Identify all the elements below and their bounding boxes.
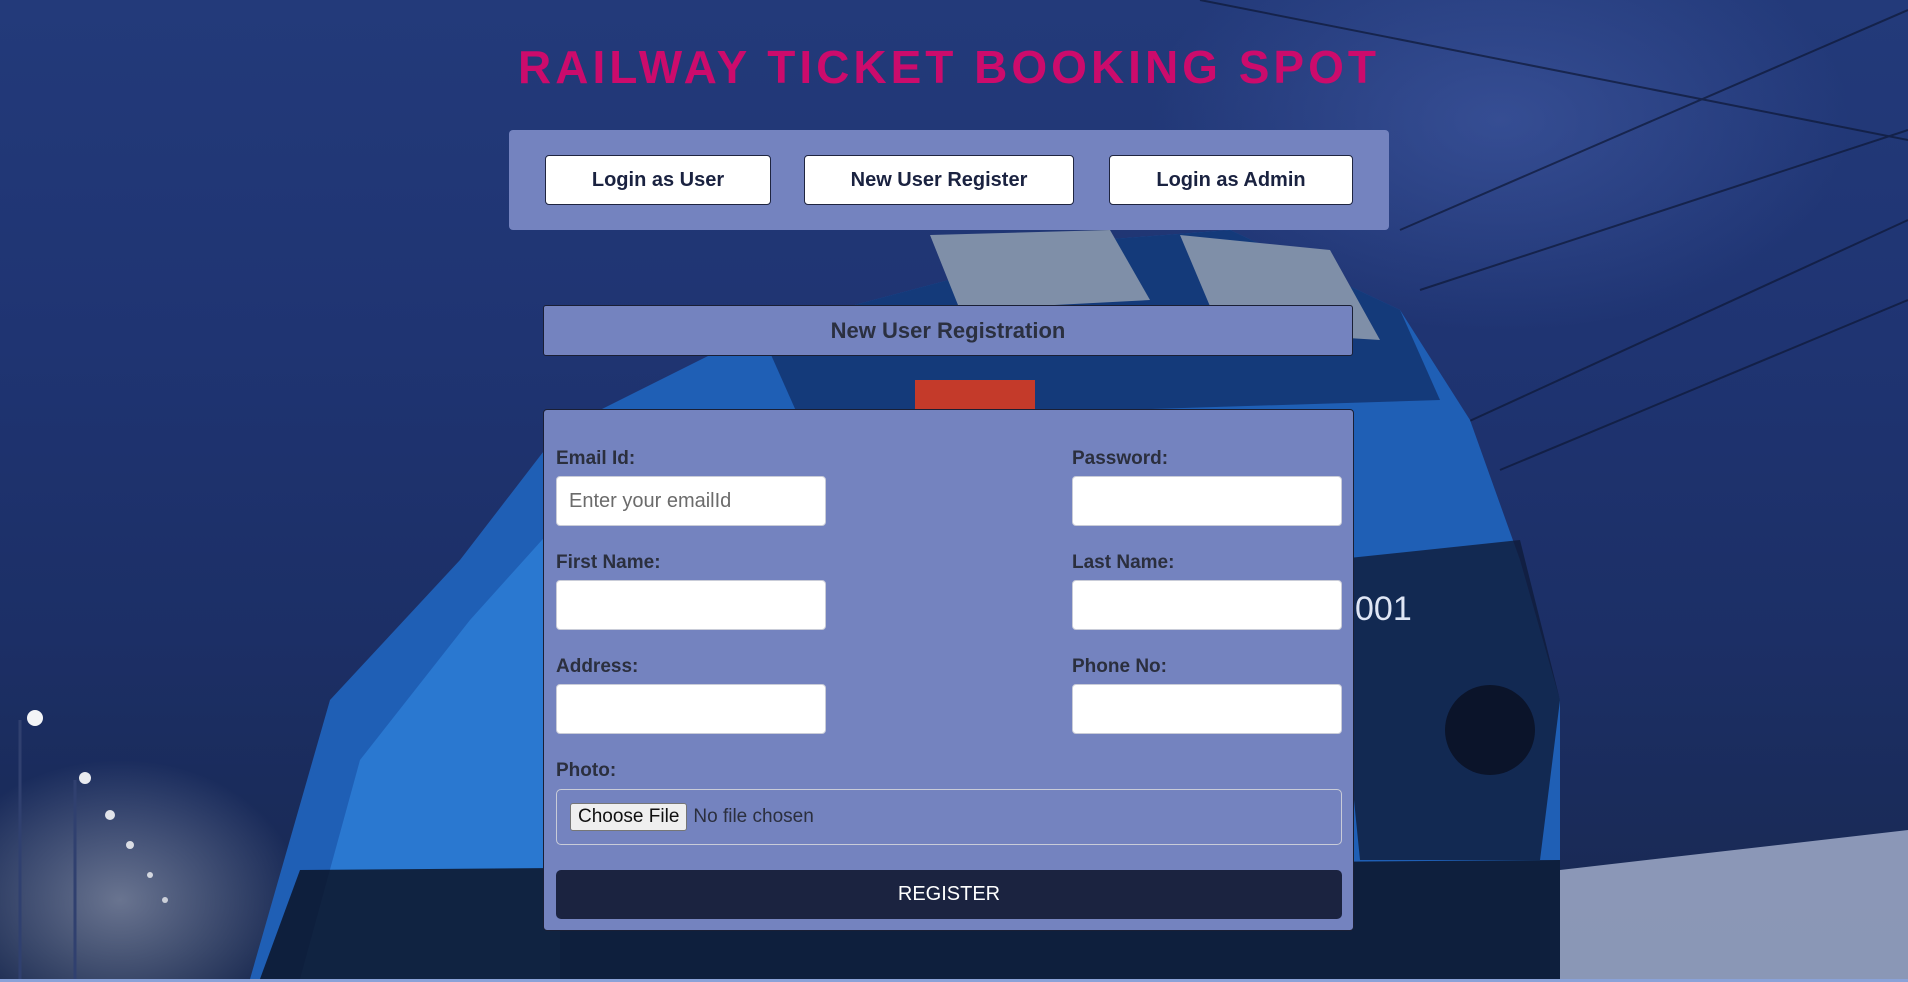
- registration-form: Email Id: Password: First Name: Last Nam…: [543, 409, 1354, 931]
- login-user-button[interactable]: Login as User: [545, 155, 771, 205]
- address-field[interactable]: [556, 684, 826, 734]
- last-name-field[interactable]: [1072, 580, 1342, 630]
- nav-bar: Login as User New User Register Login as…: [509, 130, 1389, 230]
- first-name-field[interactable]: [556, 580, 826, 630]
- phone-field[interactable]: [1072, 684, 1342, 734]
- choose-file-button[interactable]: Choose File: [570, 803, 688, 831]
- register-button[interactable]: REGISTER: [556, 870, 1342, 919]
- site-title: RAILWAY TICKET BOOKING SPOT: [518, 41, 1380, 93]
- password-field[interactable]: [1072, 476, 1342, 526]
- email-label: Email Id:: [556, 448, 636, 469]
- photo-label: Photo:: [556, 760, 617, 781]
- first-name-label: First Name:: [556, 552, 661, 573]
- password-label: Password:: [1072, 448, 1169, 469]
- last-name-label: Last Name:: [1072, 552, 1175, 573]
- login-admin-button[interactable]: Login as Admin: [1109, 155, 1353, 205]
- registration-heading: New User Registration: [543, 305, 1353, 356]
- photo-file-input[interactable]: Choose File No file chosen: [556, 789, 1342, 845]
- email-field[interactable]: [556, 476, 826, 526]
- address-label: Address:: [556, 656, 639, 677]
- svg-text:001: 001: [1355, 590, 1412, 628]
- phone-label: Phone No:: [1072, 656, 1167, 677]
- new-user-register-button[interactable]: New User Register: [804, 155, 1074, 205]
- file-status-text: No file chosen: [693, 806, 814, 827]
